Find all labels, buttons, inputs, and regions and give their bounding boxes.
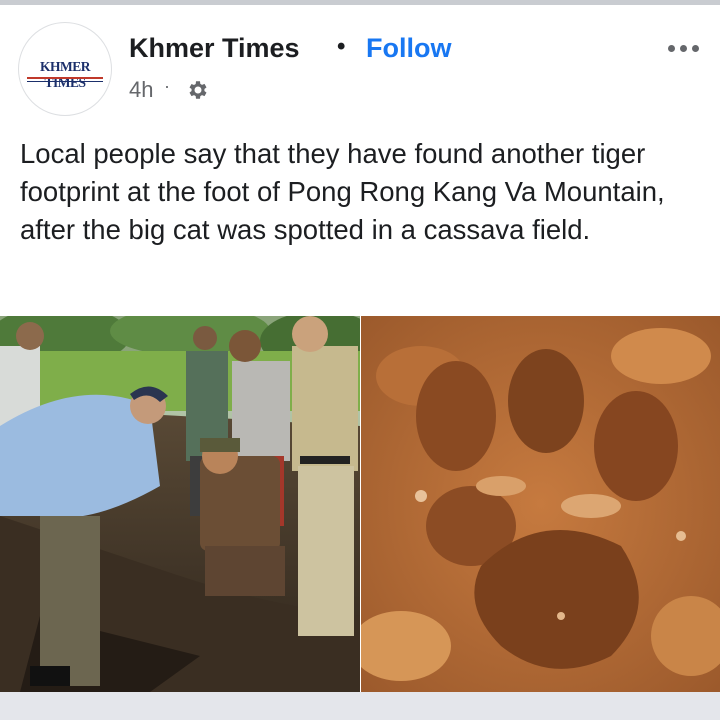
page-name-link[interactable]: Khmer Times bbox=[129, 33, 300, 64]
name-separator: • bbox=[337, 33, 346, 60]
more-options-icon[interactable] bbox=[664, 38, 704, 58]
officials-inspecting-footprint-photo[interactable] bbox=[0, 316, 360, 692]
page-avatar[interactable]: KHMER TIMES bbox=[18, 22, 112, 116]
tiger-footprint-closeup-photo[interactable] bbox=[361, 316, 720, 692]
logo-underline-secondary bbox=[27, 81, 103, 82]
post-header: KHMER TIMES bbox=[0, 5, 720, 116]
post-caption: Local people say that they have found an… bbox=[20, 138, 665, 245]
bottom-divider bbox=[0, 692, 720, 720]
logo-underline bbox=[27, 77, 103, 79]
timestamp-separator: · bbox=[164, 76, 170, 96]
avatar-logo: KHMER TIMES bbox=[40, 59, 91, 90]
post-timestamp[interactable]: 4h bbox=[129, 77, 153, 103]
follow-button[interactable]: Follow bbox=[366, 33, 451, 64]
gear-icon[interactable] bbox=[186, 78, 210, 102]
